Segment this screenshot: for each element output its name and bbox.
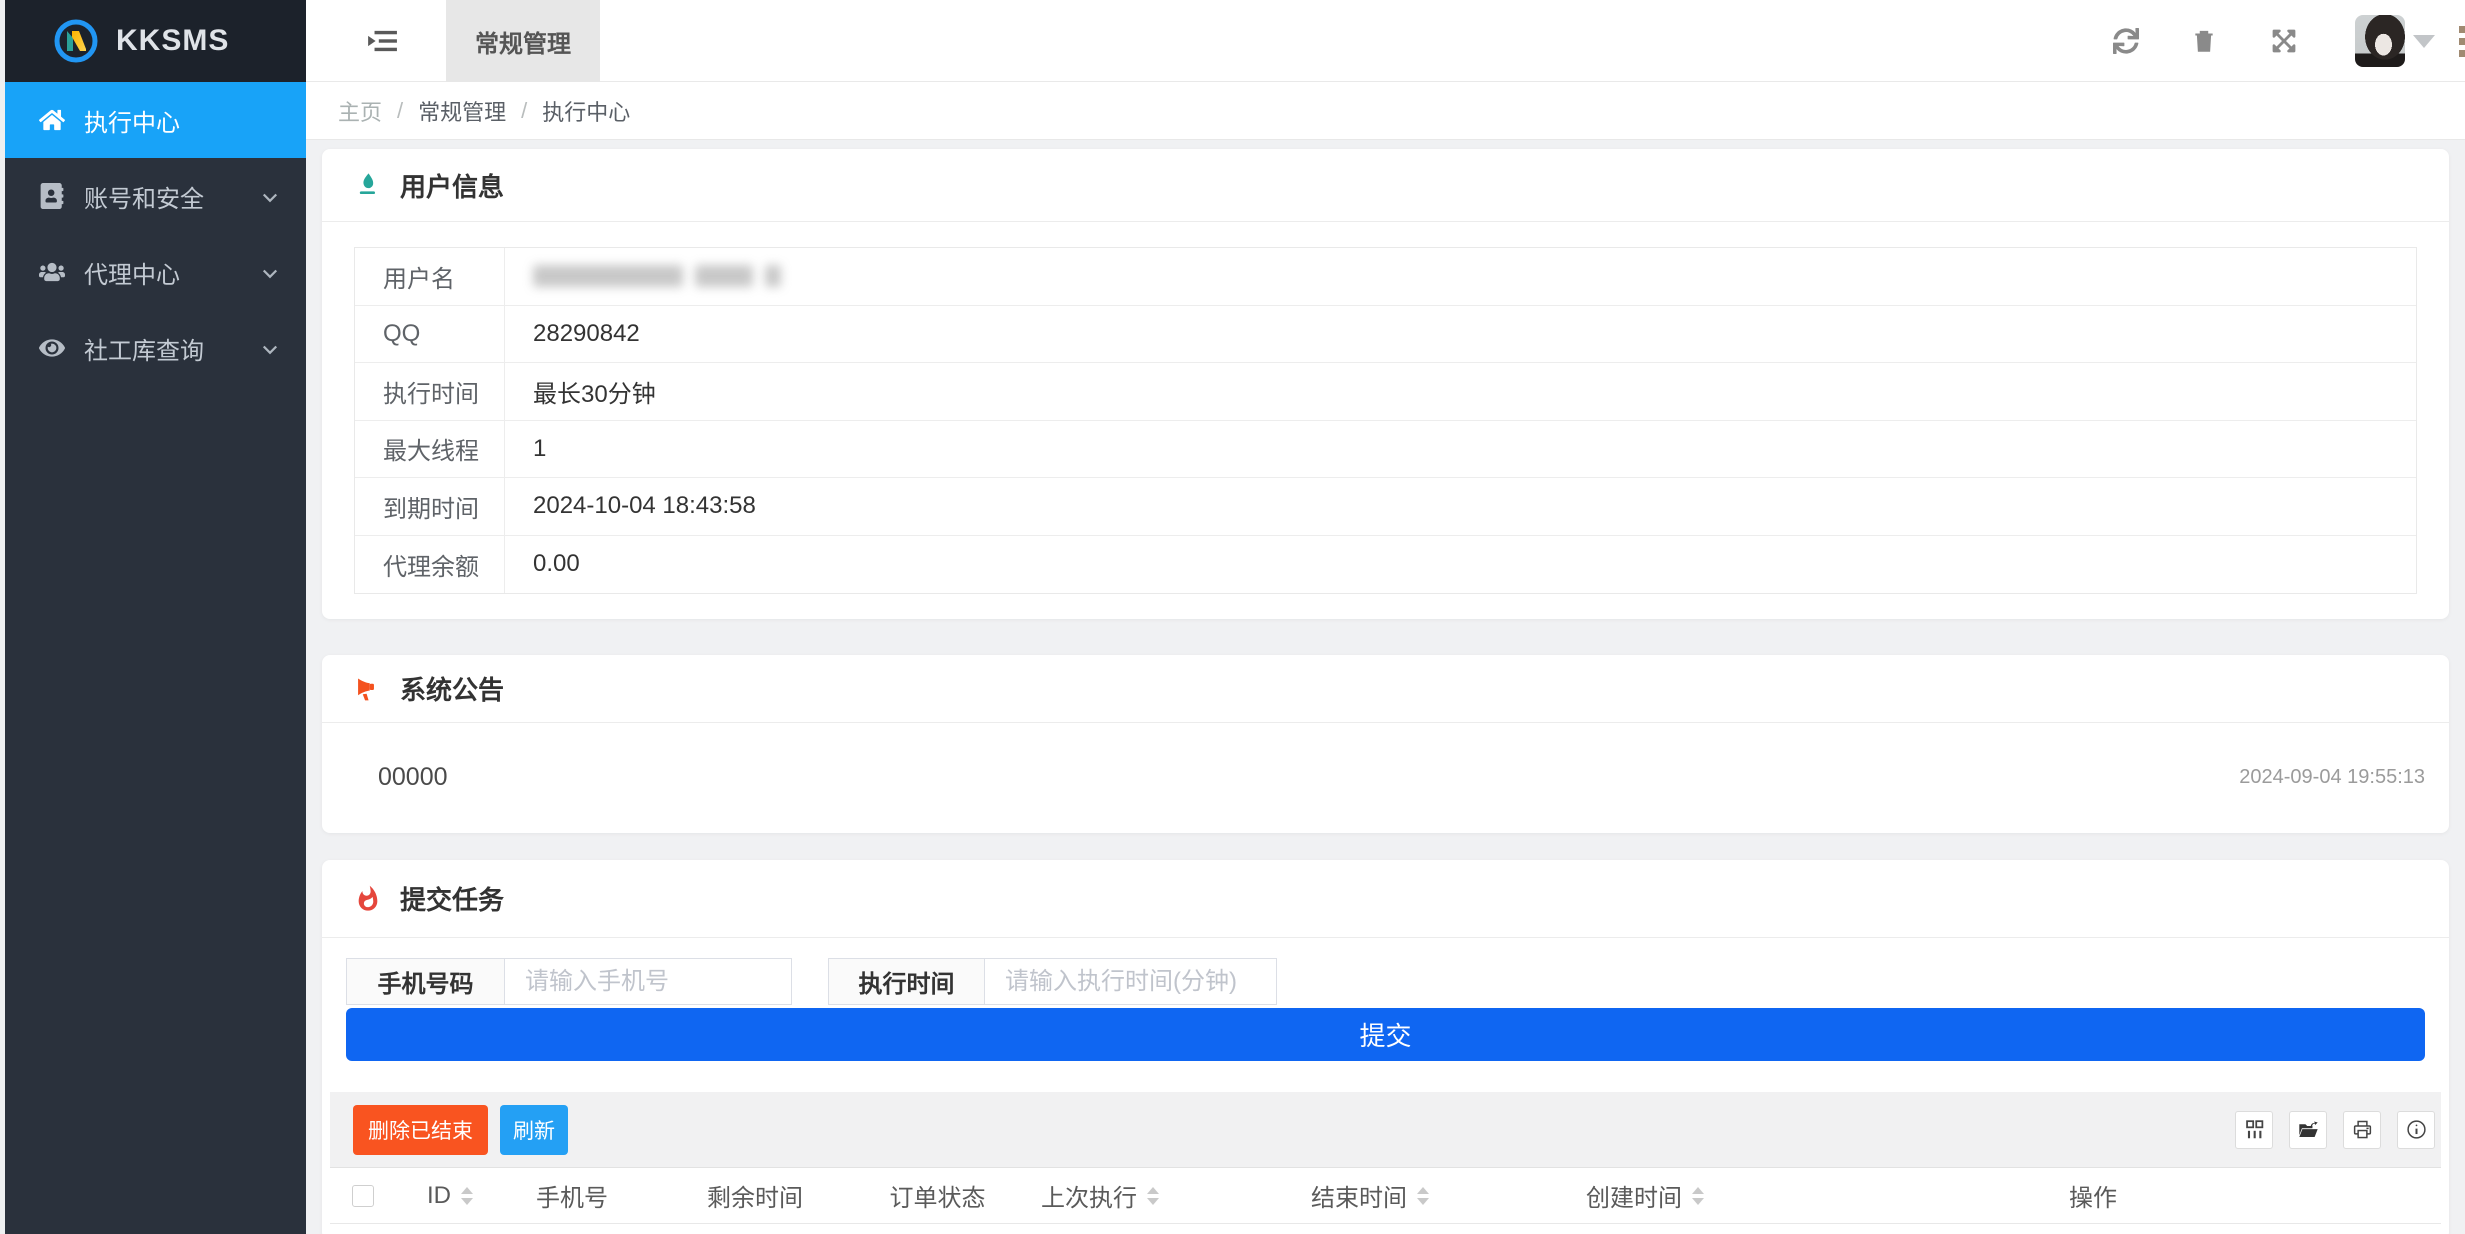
app-logo[interactable]: KKSMS	[0, 0, 306, 82]
column-header-remaining-time: 剩余时间	[640, 1178, 870, 1213]
print-button[interactable]	[2343, 1111, 2381, 1149]
table-header-row: ID 手机号 剩余时间 订单状态 上次执行 结束时间	[330, 1168, 2441, 1224]
info-icon	[2406, 1119, 2427, 1140]
delete-finished-button[interactable]: 删除已结束	[353, 1105, 488, 1155]
column-header-phone: 手机号	[504, 1178, 640, 1213]
sidebar-item-socdb-query[interactable]: 社工库查询	[0, 310, 306, 386]
sidebar-item-account-security[interactable]: 账号和安全	[0, 158, 306, 234]
table-tool-buttons	[2235, 1111, 2435, 1149]
breadcrumb: 主页 / 常规管理 / 执行中心	[306, 82, 2465, 140]
task-header: 提交任务	[322, 860, 2449, 938]
sort-icon	[1692, 1187, 1704, 1205]
task-table-area: 删除已结束 刷新	[330, 1092, 2441, 1224]
app-title: KKSMS	[116, 24, 229, 58]
avatar[interactable]	[2355, 15, 2405, 67]
chevron-down-icon	[260, 186, 280, 206]
caret-down-icon[interactable]	[2413, 35, 2435, 59]
sort-icon	[1147, 1187, 1159, 1205]
redacted-username	[505, 248, 2416, 305]
breadcrumb-current: 执行中心	[542, 95, 630, 127]
refresh-icon[interactable]	[2112, 27, 2140, 55]
window-edge	[0, 0, 5, 1234]
sidebar-item-label: 执行中心	[84, 103, 180, 138]
submit-task-card: 提交任务 手机号码 执行时间 提交 删除已结束 刷新	[322, 860, 2449, 1234]
info-button[interactable]	[2397, 1111, 2435, 1149]
export-button[interactable]	[2289, 1111, 2327, 1149]
announcement-body: 00000 2024-09-04 19:55:13	[322, 723, 2449, 832]
table-row: 最大线程 1	[355, 421, 2416, 479]
sort-icon	[461, 1187, 473, 1205]
sidebar-item-label: 账号和安全	[84, 179, 204, 214]
table-toolbar: 删除已结束 刷新	[330, 1092, 2441, 1168]
sidebar-item-agent-center[interactable]: 代理中心	[0, 234, 306, 310]
user-info-table: 用户名 QQ 28290842 执行时间 最长30分钟 最大线程	[354, 247, 2417, 594]
page-content: 用户信息 用户名 QQ 28290842 执行时间 最	[306, 140, 2465, 1234]
column-header-order-status: 订单状态	[870, 1178, 1005, 1213]
column-header-create-time[interactable]: 创建时间	[1545, 1178, 1745, 1213]
table-row: 执行时间 最长30分钟	[355, 363, 2416, 421]
sort-icon	[1417, 1187, 1429, 1205]
trash-icon[interactable]	[2190, 27, 2218, 55]
export-icon	[2298, 1119, 2319, 1140]
column-header-end-time[interactable]: 结束时间	[1195, 1178, 1545, 1213]
breadcrumb-home[interactable]: 主页	[338, 95, 382, 127]
chevron-down-icon	[260, 338, 280, 358]
column-header-id[interactable]: ID	[396, 1182, 504, 1210]
column-header-last-exec[interactable]: 上次执行	[1005, 1178, 1195, 1213]
phone-addon-label: 手机号码	[346, 958, 505, 1005]
tab-general-management[interactable]: 常规管理	[446, 0, 600, 82]
task-form: 手机号码 执行时间 提交	[322, 938, 2449, 1061]
exec-time-addon-label: 执行时间	[828, 958, 985, 1005]
print-icon	[2352, 1119, 2373, 1140]
announcement-timestamp: 2024-09-04 19:55:13	[2239, 766, 2425, 789]
home-icon	[36, 107, 68, 133]
sidebar-item-label: 代理中心	[84, 255, 180, 290]
user-info-leaf-icon	[354, 171, 382, 199]
user-info-card: 用户信息 用户名 QQ 28290842 执行时间 最	[322, 149, 2449, 619]
topbar: 常规管理	[306, 0, 2465, 82]
fullscreen-icon[interactable]	[2270, 27, 2298, 55]
breadcrumb-separator: /	[397, 98, 403, 124]
phone-input-group: 手机号码	[346, 958, 792, 1005]
megaphone-icon	[354, 675, 382, 703]
select-all-checkbox[interactable]	[352, 1185, 374, 1207]
sidebar: KKSMS 执行中心 账号和安全 代理中心 社工库查询	[0, 0, 306, 1234]
flame-icon	[354, 885, 382, 913]
topbar-actions	[2112, 0, 2465, 82]
menu-fold-icon[interactable]	[364, 24, 400, 58]
user-info-header: 用户信息	[322, 149, 2449, 222]
tab-label: 常规管理	[475, 24, 571, 59]
exec-time-input-group: 执行时间	[828, 958, 1277, 1005]
more-menu-icon[interactable]	[2459, 26, 2465, 57]
column-header-actions: 操作	[1745, 1178, 2441, 1213]
sidebar-item-label: 社工库查询	[84, 331, 204, 366]
user-info-body: 用户名 QQ 28290842 执行时间 最长30分钟 最大线程	[322, 222, 2449, 619]
kksms-logo-icon	[52, 17, 100, 65]
submit-button[interactable]: 提交	[346, 1008, 2425, 1061]
card-title: 系统公告	[400, 670, 504, 707]
exec-time-input[interactable]	[985, 958, 1277, 1005]
chevron-down-icon	[260, 262, 280, 282]
announcement-header: 系统公告	[322, 655, 2449, 723]
breadcrumb-separator: /	[521, 98, 527, 124]
address-book-icon	[36, 183, 68, 209]
refresh-button[interactable]: 刷新	[500, 1105, 568, 1155]
phone-input[interactable]	[505, 958, 792, 1005]
announcement-content: 00000	[378, 763, 448, 792]
select-all-cell	[330, 1185, 396, 1207]
table-row: 代理余额 0.00	[355, 536, 2416, 594]
card-title: 用户信息	[400, 167, 504, 204]
breadcrumb-general[interactable]: 常规管理	[418, 95, 506, 127]
table-row: 到期时间 2024-10-04 18:43:58	[355, 478, 2416, 536]
toggle-view-button[interactable]	[2235, 1111, 2273, 1149]
eye-icon	[36, 335, 68, 361]
table-row: QQ 28290842	[355, 306, 2416, 364]
users-icon	[36, 259, 68, 285]
announcement-card: 系统公告 00000 2024-09-04 19:55:13	[322, 655, 2449, 833]
card-view-icon	[2244, 1119, 2265, 1140]
sidebar-item-exec-center[interactable]: 执行中心	[0, 82, 306, 158]
card-title: 提交任务	[400, 880, 504, 917]
table-row: 用户名	[355, 248, 2416, 306]
